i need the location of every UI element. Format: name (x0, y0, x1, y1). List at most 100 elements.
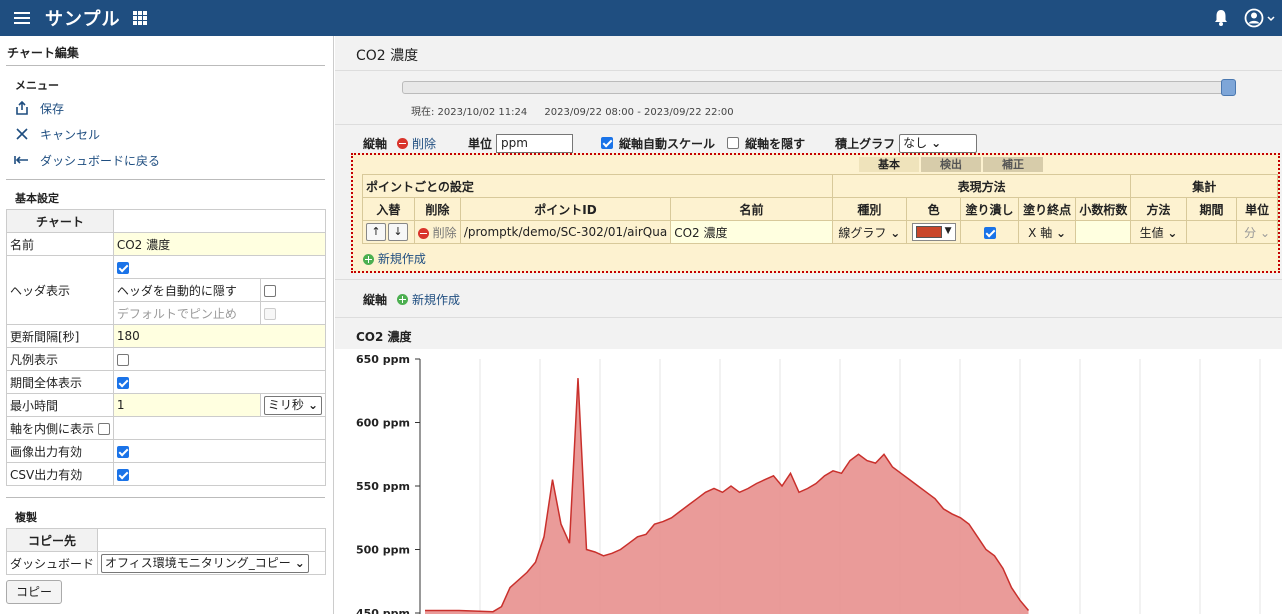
period-checkbox[interactable] (116, 376, 129, 389)
decimals-field[interactable] (1075, 220, 1132, 244)
table-row: ↑ ↓ 削除 /promptk/demo/SC-302/01/airQua CO2… (362, 220, 1278, 244)
point-settings-panel: 基本 検出 補正 ポイントごとの設定 表現方法 集計 入替 削除 ポイントID … (351, 153, 1280, 273)
move-up-button[interactable]: ↑ (366, 223, 386, 241)
csv-out-checkbox[interactable] (116, 468, 129, 481)
kind-select[interactable]: 線グラフ (838, 226, 886, 240)
axis2-label: 縦軸 (363, 293, 388, 307)
fill-end-select[interactable]: X 軸 (1028, 226, 1052, 240)
point-id-field[interactable]: /promptk/demo/SC-302/01/airQua (459, 220, 672, 244)
account-circle-icon[interactable] (1244, 8, 1276, 28)
share-icon (16, 100, 28, 115)
name-label: 名前 (6, 232, 114, 256)
aggregate-header: 集計 (1130, 174, 1278, 198)
method-select[interactable]: 生値 (1140, 226, 1164, 240)
y-tick-label: 650 ppm (356, 353, 410, 366)
stack-select[interactable]: なし (899, 133, 978, 153)
col-color: 色 (905, 197, 962, 221)
unit-label: 単位 (468, 136, 493, 151)
top-bar: サンプル (0, 0, 1282, 36)
period-field[interactable] (1185, 220, 1238, 244)
auto-hide-label: ヘッダを自動的に隠す (112, 278, 261, 302)
tab-detect[interactable]: 検出 (921, 157, 981, 172)
co2-chart: 650 ppm 600 ppm 550 ppm 500 ppm 450 ppm (335, 349, 1282, 614)
move-down-button[interactable]: ↓ (388, 223, 408, 241)
tab-correct[interactable]: 補正 (983, 157, 1043, 172)
time-range: 2023/09/22 08:00 - 2023/09/22 22:00 (544, 107, 734, 118)
col-delete: 削除 (413, 197, 461, 221)
point-settings-title: ポイントごとの設定 (362, 174, 833, 198)
color-picker[interactable]: ▼ (911, 223, 956, 241)
autoscale-checkbox[interactable] (601, 137, 614, 149)
delete-icon[interactable] (397, 137, 409, 149)
main-content: CO2 濃度 現在: 2023/10/02 11:24 2023/09/22 0… (335, 36, 1282, 614)
series-area (425, 378, 1029, 614)
auto-hide-checkbox[interactable] (263, 284, 276, 297)
cancel-label: キャンセル (40, 127, 101, 142)
col-method: 方法 (1130, 197, 1187, 221)
tab-bar: 基本 検出 補正 (859, 157, 1045, 172)
hamburger-icon[interactable] (14, 9, 30, 27)
pin-checkbox (263, 307, 276, 320)
plus-icon[interactable] (397, 294, 409, 305)
legend-label: 凡例表示 (6, 347, 114, 371)
chart-svg: 650 ppm 600 ppm 550 ppm 500 ppm 450 ppm (356, 353, 1261, 614)
col-fill: 塗り潰し (960, 197, 1019, 221)
range-text: 現在: 2023/10/02 11:24 2023/09/22 08:00 - … (411, 103, 748, 118)
menu-section-title: メニュー (15, 79, 59, 92)
delete-axis-link[interactable]: 削除 (412, 135, 436, 152)
grid-icon[interactable] (133, 11, 147, 25)
copy-table: コピー先 ダッシュボード オフィス環境モニタリング_コピー (5, 528, 326, 575)
mintime-field[interactable]: 1 (112, 393, 261, 417)
image-out-checkbox[interactable] (116, 445, 129, 458)
delete-point-link[interactable]: 削除 (433, 226, 457, 240)
new-axis-link[interactable]: 新規作成 (412, 291, 460, 308)
legend-checkbox[interactable] (116, 353, 129, 366)
back-to-dashboard-button[interactable]: ダッシュボードに戻る (14, 150, 160, 170)
axis-label: 縦軸 (363, 136, 388, 151)
y-tick-label: 550 ppm (356, 480, 410, 493)
divider (335, 317, 1282, 318)
autoscale-label: 縦軸自動スケール (619, 136, 716, 151)
copy-section-title: 複製 (15, 511, 37, 524)
inner-axis-checkbox[interactable] (97, 423, 110, 435)
header-display-label: ヘッダ表示 (6, 255, 114, 325)
save-label: 保存 (40, 101, 65, 116)
back-arrow-icon (14, 156, 28, 164)
unit-select: 分 (1244, 225, 1257, 240)
new-point-button[interactable]: 新規作成 (363, 250, 426, 267)
interval-field[interactable]: 180 (112, 324, 327, 348)
time-range-slider[interactable] (402, 81, 1229, 94)
mintime-unit-select[interactable]: ミリ秒 (263, 395, 322, 415)
copy-button[interactable]: コピー (6, 580, 63, 604)
chevron-down-icon: ⌄ (1167, 225, 1178, 240)
axis-settings-row: 縦軸 削除 単位 ppm 縦軸自動スケール 縦軸を隠す 積上グラフ なし (363, 133, 978, 153)
name-field[interactable]: CO2 濃度 (112, 232, 327, 256)
interval-label: 更新間隔[秒] (6, 324, 114, 348)
divider (335, 279, 1282, 280)
slider-handle[interactable] (1221, 79, 1236, 96)
y-tick-label: 500 ppm (356, 544, 410, 557)
plus-icon (363, 254, 374, 265)
col-period: 期間 (1185, 197, 1238, 221)
delete-icon[interactable] (417, 227, 429, 239)
dashboard-select[interactable]: オフィス環境モニタリング_コピー (101, 553, 309, 573)
unit-input[interactable]: ppm (496, 133, 574, 153)
fill-checkbox[interactable] (983, 226, 996, 239)
point-name-field[interactable]: CO2 濃度 (670, 220, 833, 244)
col-decimals: 小数桁数 (1075, 197, 1132, 221)
divider (335, 70, 1282, 71)
chart-edit-panel: チャート編集 メニュー 保存 キャンセル ダッシュボードに戻る 基本設定 チャー… (0, 36, 334, 614)
add-axis-row: 縦軸 新規作成 (363, 291, 460, 308)
bell-icon[interactable] (1213, 9, 1229, 27)
header-display-checkbox[interactable] (116, 261, 129, 274)
cancel-button[interactable]: キャンセル (14, 124, 100, 144)
csv-out-label: CSV出力有効 (6, 462, 114, 486)
basic-settings-table: チャート 名前 CO2 濃度 ヘッダ表示 ヘッダを自動的に隠す デフォルトでピン止… (6, 209, 327, 486)
col-fill-end: 塗り終点 (1017, 197, 1077, 221)
chevron-down-icon: ⌄ (1056, 225, 1067, 240)
tab-basic[interactable]: 基本 (859, 157, 919, 172)
panel-title: チャート編集 (7, 46, 79, 60)
hide-axis-checkbox[interactable] (727, 137, 740, 149)
col-kind: 種別 (831, 197, 907, 221)
save-button[interactable]: 保存 (14, 98, 64, 118)
